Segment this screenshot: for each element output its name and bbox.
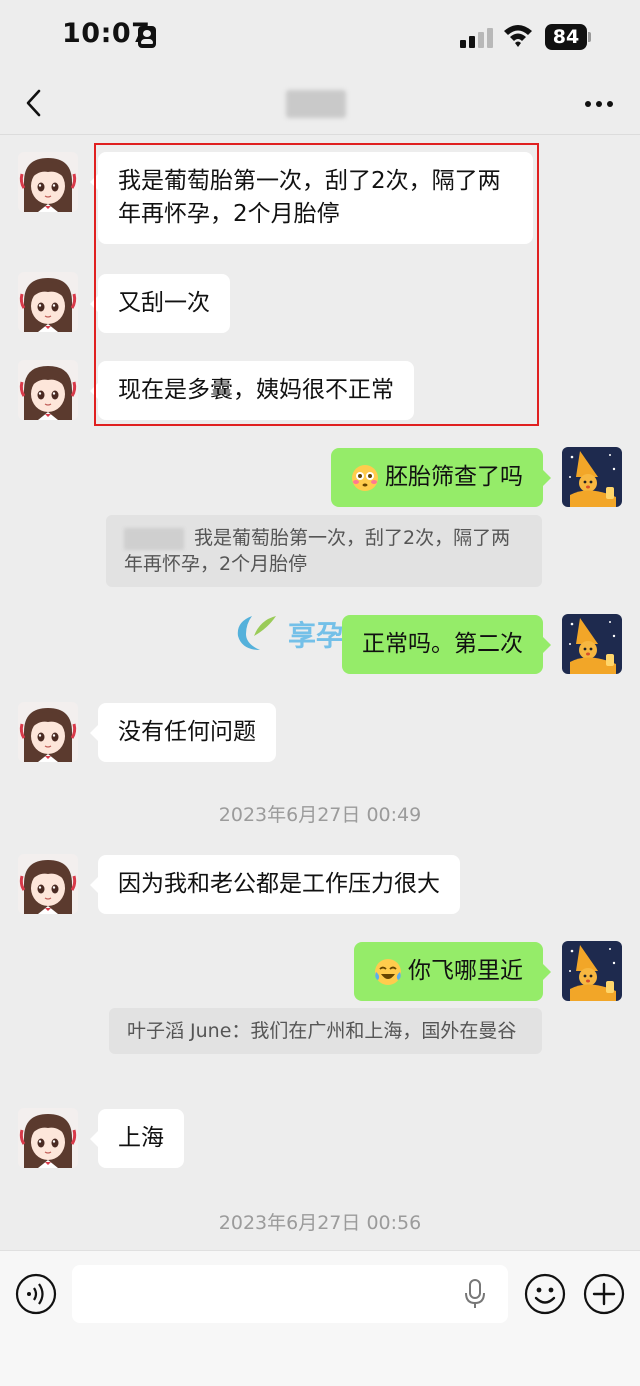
- sent-message[interactable]: 胚胎筛查了吗: [331, 448, 551, 507]
- contact-avatar[interactable]: [18, 152, 78, 212]
- sent-message-text: 胚胎筛查了吗: [385, 464, 523, 490]
- quoted-sender-blurred: [124, 527, 184, 550]
- chat-timestamp: 2023年6月27日 00:56: [218, 1212, 422, 1234]
- highlight-annotation-box: [94, 143, 539, 426]
- back-chevron-icon[interactable]: [18, 86, 52, 120]
- chat-header: [0, 76, 640, 135]
- sent-message-text: 你飞哪里近: [408, 958, 523, 984]
- watermark-logo-icon: [237, 616, 276, 650]
- received-message[interactable]: 没有任何问题: [90, 703, 276, 762]
- chat-input-bar: [0, 1250, 640, 1386]
- add-attachment-icon[interactable]: [583, 1273, 625, 1315]
- contact-avatar[interactable]: [18, 1108, 78, 1168]
- chat-timestamp: 2023年6月27日 00:49: [218, 804, 422, 826]
- received-message[interactable]: 因为我和老公都是工作压力很大: [90, 855, 460, 914]
- focus-badge-icon: [138, 26, 156, 48]
- battery-tip-icon: [588, 32, 591, 42]
- sent-message[interactable]: 正常吗。第二次: [342, 615, 551, 674]
- received-message[interactable]: 上海: [90, 1109, 184, 1168]
- quoted-message[interactable]: 叶子滔 June：我们在广州和上海，国外在曼谷: [109, 1008, 542, 1054]
- voice-input-icon[interactable]: [15, 1273, 57, 1315]
- my-avatar[interactable]: [562, 941, 622, 1001]
- status-bar: 10:07 84: [0, 0, 640, 76]
- message-input[interactable]: [72, 1265, 508, 1323]
- contact-avatar[interactable]: [18, 854, 78, 914]
- flushed-face-icon: [352, 464, 378, 491]
- microphone-icon[interactable]: [462, 1278, 488, 1310]
- cellular-signal-icon: [460, 28, 494, 48]
- my-avatar[interactable]: [562, 614, 622, 674]
- battery-level: 84: [545, 24, 587, 50]
- emoji-picker-icon[interactable]: [524, 1273, 566, 1315]
- contact-avatar[interactable]: [18, 272, 78, 332]
- quoted-message[interactable]: 我是葡萄胎第一次，刮了2次，隔了两年再怀孕，2个月胎停: [106, 515, 542, 587]
- tears-of-joy-icon: [375, 958, 401, 985]
- contact-avatar[interactable]: [18, 702, 78, 762]
- my-avatar[interactable]: [562, 447, 622, 507]
- contact-avatar[interactable]: [18, 360, 78, 420]
- wifi-icon: [504, 25, 532, 47]
- chat-title-blurred: [286, 90, 346, 118]
- more-options-icon[interactable]: [583, 90, 615, 118]
- sent-message[interactable]: 你飞哪里近: [354, 942, 551, 1001]
